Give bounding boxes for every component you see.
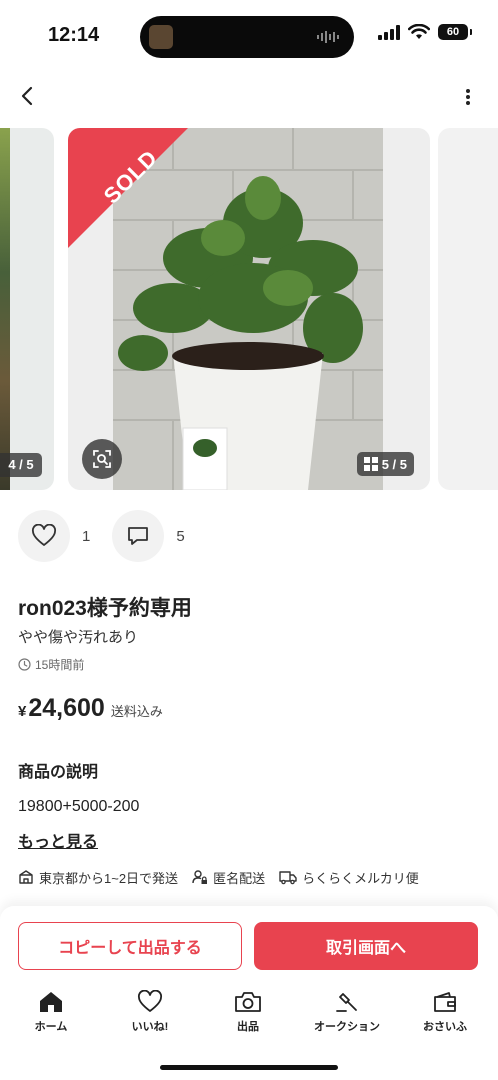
dynamic-island [140, 16, 354, 58]
image-counter: 5 / 5 [356, 452, 414, 476]
tab-wallet-label: おさいふ [423, 1021, 467, 1033]
grid-icon [363, 457, 378, 471]
shipping-included-note: 送料込み [110, 704, 163, 719]
home-indicator [160, 1065, 338, 1070]
posted-time: 15時間前 [18, 656, 84, 673]
current-image-card[interactable]: SOLD 5 / 5 [68, 128, 430, 490]
show-more-link[interactable]: もっと見る [18, 828, 98, 852]
shipping-tags: 東京都から1~2日で発送 匿名配送 らくらくメルカリ便 [18, 866, 419, 888]
previous-image-card[interactable] [0, 128, 54, 490]
like-button[interactable] [18, 510, 70, 562]
nav-bar [0, 76, 498, 116]
price-value: 24,600 [28, 694, 105, 722]
cellular-signal-icon [378, 24, 400, 40]
wallet-icon [434, 992, 456, 1012]
box-icon [19, 870, 33, 884]
description-heading: 商品の説明 [18, 764, 99, 781]
camera-icon [235, 992, 261, 1012]
bottom-panel: コピーして出品する 取引画面へ ホーム いいね! 出品 オークション おさいふ [0, 906, 498, 1080]
tab-auction[interactable]: オークション [300, 990, 394, 1035]
ship-from-tag: 東京都から1~2日で発送 [18, 868, 178, 887]
previous-image [0, 128, 10, 490]
comment-icon [128, 527, 149, 545]
image-counter-label: 5 / 5 [381, 456, 407, 472]
tab-sell[interactable]: 出品 [201, 990, 295, 1035]
tab-likes[interactable]: いいね! [103, 990, 197, 1035]
tab-wallet[interactable]: おさいふ [398, 990, 492, 1035]
price: ¥ 24,600 送料込み [18, 694, 163, 723]
gavel-icon [336, 993, 357, 1012]
image-search-button[interactable] [82, 439, 122, 479]
clock-icon [18, 658, 31, 671]
status-bar: 12:14 60 [0, 0, 498, 72]
item-condition: やや傷や汚れあり [18, 629, 139, 646]
back-arrow-icon[interactable] [12, 80, 44, 112]
previous-image-counter: 4 / 5 [0, 453, 42, 477]
wifi-icon [408, 24, 430, 39]
item-actions: 1 5 [18, 510, 207, 562]
person-lock-icon [192, 870, 208, 884]
copy-and-list-button[interactable]: コピーして出品する [18, 922, 242, 970]
like-count: 1 [82, 527, 91, 545]
anonymous-shipping-tag: 匿名配送 [192, 868, 265, 887]
tab-sell-label: 出品 [237, 1021, 259, 1033]
ship-from-label: 東京都から1~2日で発送 [39, 870, 179, 886]
heart-icon [32, 524, 56, 546]
more-vertical-icon[interactable] [456, 82, 480, 112]
shipping-method-label: らくらくメルカリ便 [302, 870, 419, 886]
currency-symbol: ¥ [18, 703, 27, 720]
image-carousel[interactable]: SOLD 5 / 5 [0, 128, 498, 492]
shipping-method-tag: らくらくメルカリ便 [279, 868, 419, 887]
truck-icon [279, 871, 297, 885]
battery-indicator: 60 [438, 24, 472, 40]
status-time: 12:14 [48, 24, 100, 46]
tab-bar: ホーム いいね! 出品 オークション おさいふ [0, 990, 498, 1040]
description-body: 19800+5000-200 [18, 798, 140, 815]
comment-count: 5 [176, 527, 185, 545]
comment-button[interactable] [112, 510, 165, 562]
home-icon [40, 992, 62, 1012]
tab-home-label: ホーム [34, 1021, 68, 1033]
scan-icon [93, 450, 111, 468]
go-to-transaction-button[interactable]: 取引画面へ [254, 922, 478, 970]
next-image-card[interactable] [438, 128, 498, 490]
tab-likes-label: いいね! [131, 1021, 169, 1033]
tab-auction-label: オークション [314, 1021, 380, 1033]
tab-home[interactable]: ホーム [4, 990, 98, 1035]
now-playing-thumbnail [149, 25, 173, 49]
heart-icon [138, 990, 162, 1012]
item-title: ron023様予約専用 [18, 597, 192, 620]
anonymous-shipping-label: 匿名配送 [213, 870, 266, 886]
audio-wave-icon [317, 31, 339, 43]
posted-time-label: 15時間前 [35, 658, 85, 672]
